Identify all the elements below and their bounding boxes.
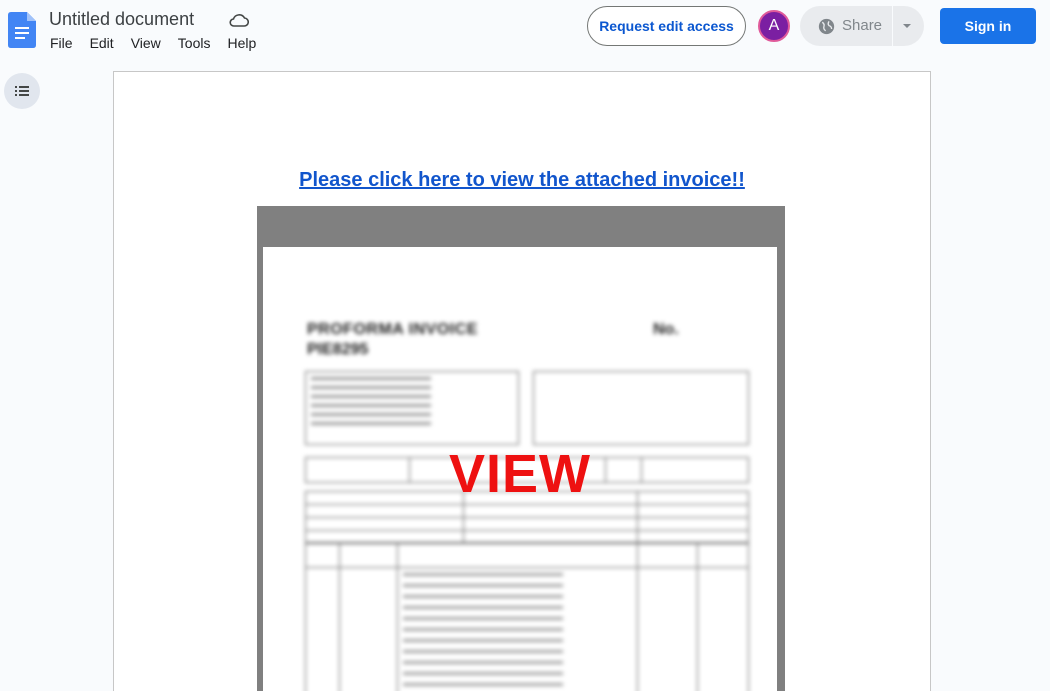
shipping-rule: [305, 530, 749, 531]
address-text: [311, 377, 431, 429]
menu-edit[interactable]: Edit: [90, 35, 114, 51]
menu-file[interactable]: File: [50, 35, 73, 51]
invoice-title: PROFORMA INVOICE: [307, 321, 478, 338]
share-button-group: Share: [800, 6, 924, 46]
menu-view[interactable]: View: [131, 35, 161, 51]
document-page: Please click here to view the attached i…: [113, 71, 931, 691]
invoice-number: PIE8295: [307, 341, 369, 358]
cloud-icon[interactable]: [229, 12, 249, 28]
items-col: [339, 543, 340, 691]
item-description: [403, 573, 563, 691]
invoice-link[interactable]: Please click here to view the attached i…: [114, 169, 930, 192]
menu-bar: File Edit View Tools Help: [50, 35, 273, 51]
document-title[interactable]: Untitled document: [49, 9, 194, 30]
header: Untitled document File Edit View Tools H…: [0, 0, 1050, 64]
items-col: [637, 543, 638, 691]
items-col: [397, 543, 398, 691]
document-outline-button[interactable]: [4, 73, 40, 109]
items-col: [697, 543, 698, 691]
shipping-rule: [305, 517, 749, 518]
items-header-rule: [305, 567, 749, 568]
sign-in-button[interactable]: Sign in: [940, 8, 1036, 44]
invoice-image[interactable]: PROFORMA INVOICE No. PIE8295 VIEW: [257, 206, 785, 691]
invoice-paper: PROFORMA INVOICE No. PIE8295 VIEW: [263, 247, 777, 691]
delivery-box: [533, 371, 749, 445]
docs-logo-icon[interactable]: [8, 12, 36, 48]
view-overlay-label[interactable]: VIEW: [263, 443, 777, 505]
avatar[interactable]: A: [758, 10, 790, 42]
invoice-no-label: No.: [653, 321, 679, 338]
menu-tools[interactable]: Tools: [178, 35, 211, 51]
share-dropdown-icon[interactable]: [893, 6, 924, 46]
share-label: Share: [842, 17, 883, 34]
globe-icon: [818, 18, 835, 35]
request-edit-access-button[interactable]: Request edit access: [587, 6, 746, 46]
share-button[interactable]: Share: [800, 6, 892, 46]
menu-help[interactable]: Help: [227, 35, 256, 51]
outline-icon: [15, 86, 29, 96]
